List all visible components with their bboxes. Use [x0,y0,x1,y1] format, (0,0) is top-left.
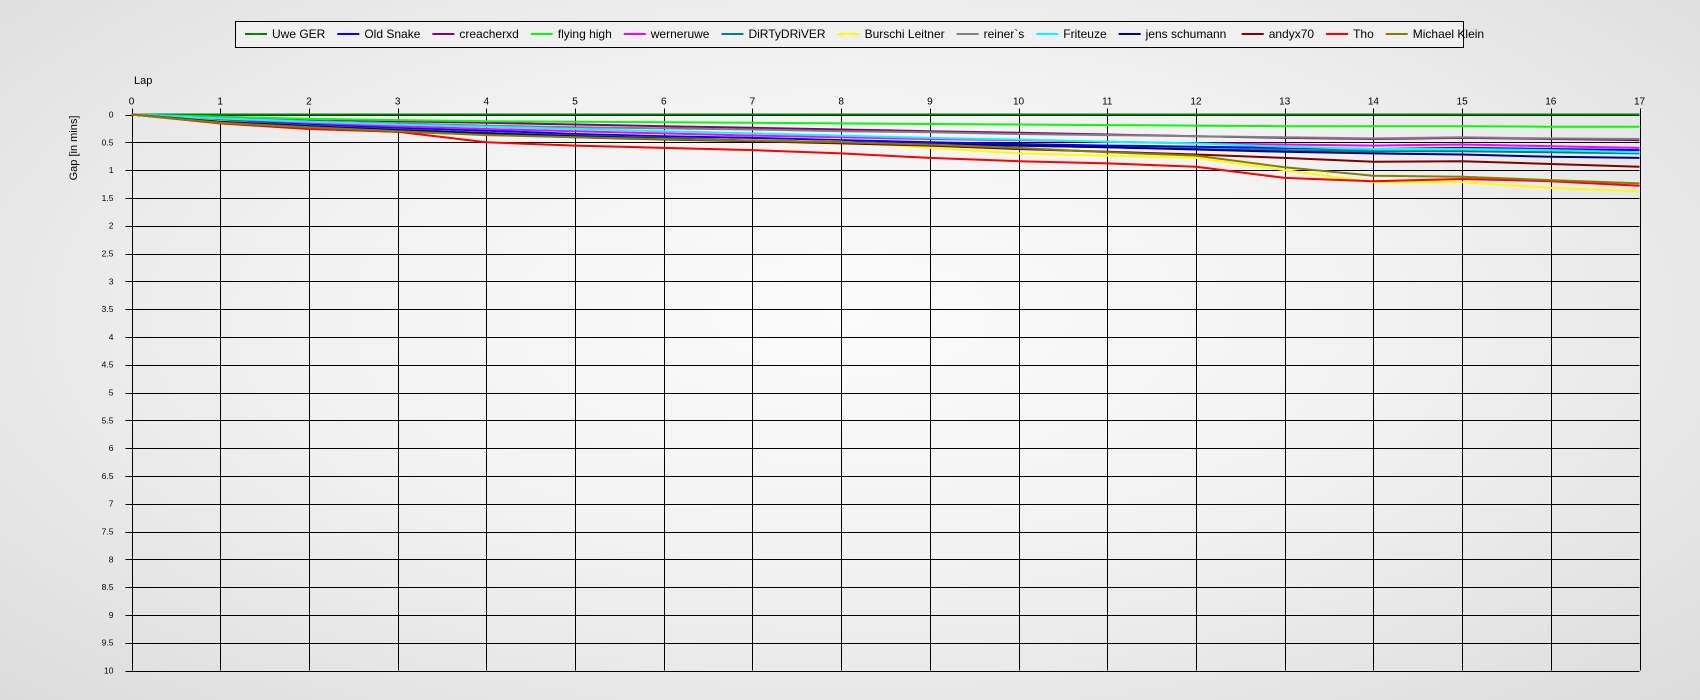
y-tick-label: 6.5 [102,471,114,481]
legend-label: creacherxd [459,27,518,41]
chart-legend: Uwe GER Old Snake creacherxd flying high wer… [235,21,1484,48]
x-tick-labels: 0 1 2 3 4 5 6 7 8 9 10 11 12 13 14 15 16 17 [129,97,1646,108]
plot-grid [125,108,1641,672]
y-tick-label: 8.5 [102,582,114,592]
legend-label: werneruwe [650,27,710,41]
x-tick-label: 15 [1457,97,1469,108]
x-tick-label: 13 [1279,97,1291,108]
y-axis-title: Gap [in mins] [68,116,80,181]
y-tick-label: 2.5 [102,249,114,259]
x-tick-label: 11 [1102,97,1113,108]
legend-label: andyx70 [1269,27,1315,41]
legend-label: DiRTyDRiVER [748,27,825,41]
y-tick-label: 3.5 [102,304,114,314]
y-tick-label: 7 [109,499,114,509]
x-tick-label: 0 [129,97,135,108]
y-tick-label: 4 [109,332,114,342]
legend-label: Friteuze [1063,27,1107,41]
legend-label: flying high [558,27,612,41]
legend-label: jens schumann [1145,27,1227,41]
x-tick-label: 6 [661,97,667,108]
series-lines [131,113,1640,193]
y-tick-label: 3 [109,276,114,286]
x-tick-label: 2 [306,97,312,108]
x-tick-label: 5 [572,97,578,108]
x-tick-label: 10 [1013,97,1025,108]
y-tick-label: 10 [104,666,114,676]
lap-gap-chart: Uwe GER Old Snake creacherxd flying high wer… [68,21,1646,676]
legend-label: Tho [1353,27,1374,41]
y-tick-labels: 0 0.5 1 1.5 2 2.5 3 3.5 4 4.5 5 5.5 6 6.5 7 7.5 8 8.5 9 9.5… [102,110,114,676]
y-tick-label: 6 [109,443,114,453]
x-tick-label: 1 [217,97,223,108]
y-tick-label: 9.5 [102,638,114,648]
y-tick-label: 8 [109,554,114,564]
y-tick-label: 7.5 [102,527,114,537]
legend-label: reiner`s [984,27,1025,41]
legend-label: Uwe GER [272,27,326,41]
y-tick-label: 0 [109,110,114,120]
x-tick-label: 17 [1634,97,1646,108]
legend-label: Old Snake [364,27,420,41]
x-tick-label: 16 [1545,97,1557,108]
y-tick-label: 0.5 [102,137,114,147]
x-tick-label: 4 [484,97,490,108]
legend-label: Michael Klein [1413,27,1484,41]
y-tick-label: 1 [109,165,114,175]
y-tick-label: 2 [109,221,114,231]
y-tick-label: 9 [109,610,114,620]
x-tick-label: 7 [750,97,756,108]
y-tick-label: 4.5 [102,360,114,370]
y-tick-label: 1.5 [102,193,114,203]
x-tick-label: 9 [927,97,933,108]
x-tick-label: 12 [1190,97,1202,108]
x-tick-label: 3 [395,97,401,108]
legend-label: Burschi Leitner [865,27,945,41]
x-tick-label: 8 [838,97,844,108]
y-tick-label: 5 [109,388,114,398]
x-tick-label: 14 [1368,97,1380,108]
y-tick-label: 5.5 [102,415,114,425]
x-axis-title: Lap [134,75,152,87]
